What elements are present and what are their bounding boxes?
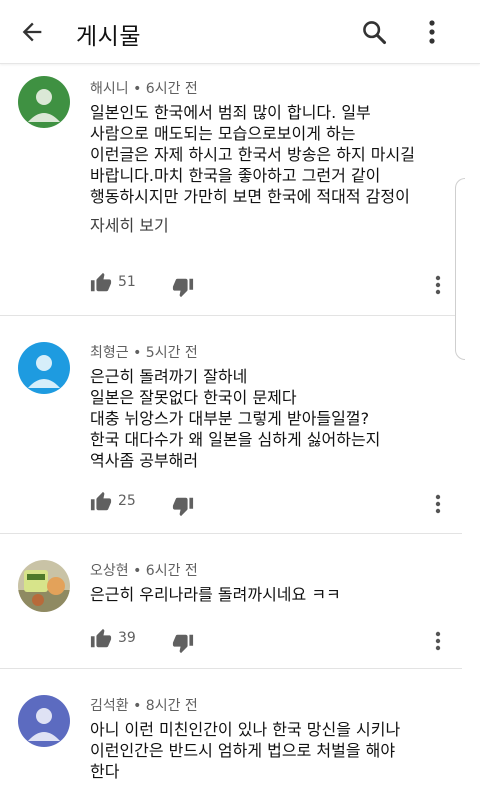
comment-meta: 해시니 • 6시간 전 xyxy=(90,81,198,97)
comment-text: 은근히 돌려까기 잘하네 일본은 잘못없다 한국이 문제다 대충 뉘앙스가 대부… xyxy=(90,366,450,471)
comment-line: 이런인간은 반드시 엄하게 법으로 처벌을 해야 xyxy=(90,741,396,760)
like-count: 51 xyxy=(118,274,136,290)
thumbs-down-icon[interactable] xyxy=(172,276,194,298)
more-options-icon[interactable] xyxy=(420,18,444,46)
search-icon[interactable] xyxy=(360,18,388,46)
thumbs-down-icon[interactable] xyxy=(172,495,194,517)
comment-line: 한국 대다수가 왜 일본을 심하게 싫어하는지 xyxy=(90,430,381,449)
comment-more-icon[interactable] xyxy=(430,493,446,515)
comment-meta: 김석환 • 8시간 전 xyxy=(90,698,198,714)
comment-text: 은근히 우리나라를 돌려까시네요 ㅋㅋ xyxy=(90,584,450,605)
avatar[interactable] xyxy=(18,76,70,128)
scroll-edge-handle[interactable] xyxy=(455,178,465,360)
comment-list: 해시니 • 6시간 전 일본인도 한국에서 범죄 많이 합니다. 일부 사람으로… xyxy=(0,64,462,801)
comment-line: 일본은 잘못없다 한국이 문제다 xyxy=(90,388,297,407)
comment-item: 김석환 • 8시간 전 아니 이런 미친인간이 있나 한국 망신을 시키나 이런… xyxy=(0,669,462,801)
comment-line: 은근히 돌려까기 잘하네 xyxy=(90,367,248,386)
read-more-link[interactable]: 자세히 보기 xyxy=(90,212,169,236)
user-avatar-icon xyxy=(18,76,70,128)
comment-item: 해시니 • 6시간 전 일본인도 한국에서 범죄 많이 합니다. 일부 사람으로… xyxy=(0,64,462,316)
comment-meta: 오상현 • 6시간 전 xyxy=(90,563,198,579)
app-bar: 게시물 xyxy=(0,0,480,64)
comment-line: 사람으로 매도되는 모습으로보이게 하는 xyxy=(90,124,356,143)
comment-item: 최형근 • 5시간 전 은근히 돌려까기 잘하네 일본은 잘못없다 한국이 문제… xyxy=(0,316,462,534)
comment-line: 일본인도 한국에서 범죄 많이 합니다. 일부 xyxy=(90,103,371,122)
avatar[interactable] xyxy=(18,560,70,612)
comment-actions: 39 xyxy=(90,628,450,654)
comment-line: 대충 뉘앙스가 대부분 그렇게 받아들일껄? xyxy=(90,409,370,428)
user-avatar-icon xyxy=(18,695,70,747)
comment-line: 한다 xyxy=(90,762,120,781)
page-title: 게시물 xyxy=(76,24,141,50)
comment-line: 바랍니다.마치 한국을 좋아하고 그런거 같이 xyxy=(90,166,381,185)
avatar[interactable] xyxy=(18,695,70,747)
comment-actions: 25 xyxy=(90,491,450,517)
like-count: 25 xyxy=(118,493,136,509)
avatar[interactable] xyxy=(18,342,70,394)
comment-actions: 51 xyxy=(90,272,450,298)
comment-more-icon[interactable] xyxy=(430,274,446,296)
thumbs-up-icon[interactable] xyxy=(90,491,112,513)
like-count: 39 xyxy=(118,630,136,646)
comment-more-icon[interactable] xyxy=(430,630,446,652)
user-avatar-icon xyxy=(18,342,70,394)
comment-line: 행동하시지만 가만히 보면 한국에 적대적 감정이 xyxy=(90,187,410,206)
comment-line: 역사좀 공부해러 xyxy=(90,451,199,470)
thumbs-up-icon[interactable] xyxy=(90,272,112,294)
user-photo-avatar xyxy=(18,560,70,612)
comment-text: 일본인도 한국에서 범죄 많이 합니다. 일부 사람으로 매도되는 모습으로보이… xyxy=(90,102,450,207)
thumbs-up-icon[interactable] xyxy=(90,628,112,650)
back-arrow-icon[interactable] xyxy=(18,18,46,46)
comment-text: 아니 이런 미친인간이 있나 한국 망신을 시키나 이런인간은 반드시 엄하게 … xyxy=(90,719,450,782)
comment-item: 오상현 • 6시간 전 은근히 우리나라를 돌려까시네요 ㅋㅋ 39 xyxy=(0,534,462,669)
comment-meta: 최형근 • 5시간 전 xyxy=(90,345,198,361)
comment-line: 이런글은 자제 하시고 한국서 방송은 하지 마시길 xyxy=(90,145,415,164)
comment-line: 아니 이런 미친인간이 있나 한국 망신을 시키나 xyxy=(90,720,401,739)
thumbs-down-icon[interactable] xyxy=(172,632,194,654)
comment-line: 은근히 우리나라를 돌려까시네요 ㅋㅋ xyxy=(90,585,341,604)
